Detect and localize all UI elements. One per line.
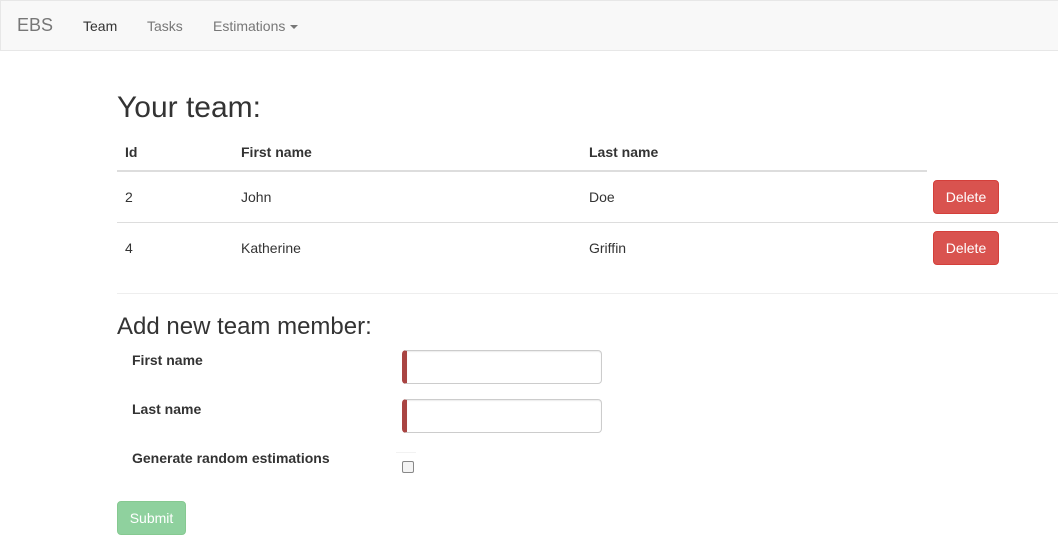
delete-button[interactable]: Delete bbox=[933, 231, 999, 265]
brand-link[interactable]: EBS bbox=[17, 15, 53, 35]
navbar: EBS Team Tasks Estimations bbox=[0, 0, 1058, 51]
cell-first-name: Katherine bbox=[241, 240, 301, 256]
nav-item-tasks[interactable]: Tasks bbox=[147, 16, 183, 36]
column-header-last-name: Last name bbox=[589, 144, 659, 160]
last-name-input[interactable] bbox=[402, 399, 602, 433]
nav-item-estimations[interactable]: Estimations bbox=[213, 16, 299, 36]
checkbox-divider bbox=[396, 452, 416, 453]
delete-button[interactable]: Delete bbox=[933, 180, 999, 214]
add-member-title: Add new team member: bbox=[117, 313, 372, 340]
first-name-input[interactable] bbox=[402, 350, 602, 384]
nav-item-team[interactable]: Team bbox=[83, 16, 117, 36]
random-estimations-checkbox[interactable] bbox=[402, 461, 414, 473]
team-title: Your team: bbox=[117, 91, 261, 124]
nav-item-estimations-label: Estimations bbox=[213, 18, 286, 34]
submit-button[interactable]: Submit bbox=[117, 501, 186, 535]
cell-id: 2 bbox=[125, 189, 133, 205]
cell-id: 4 bbox=[125, 240, 133, 256]
cell-last-name: Doe bbox=[589, 189, 615, 205]
last-name-label: Last name bbox=[132, 401, 202, 417]
first-name-label: First name bbox=[132, 352, 203, 368]
table-header-divider bbox=[117, 170, 927, 172]
cell-last-name: Griffin bbox=[589, 240, 627, 256]
cell-first-name: John bbox=[241, 189, 272, 205]
column-header-id: Id bbox=[125, 144, 138, 160]
column-header-first-name: First name bbox=[241, 144, 312, 160]
section-divider bbox=[117, 293, 1058, 294]
caret-down-icon bbox=[290, 25, 299, 30]
random-estimations-label: Generate random estimations bbox=[132, 450, 330, 466]
table-row-divider bbox=[117, 222, 1058, 223]
